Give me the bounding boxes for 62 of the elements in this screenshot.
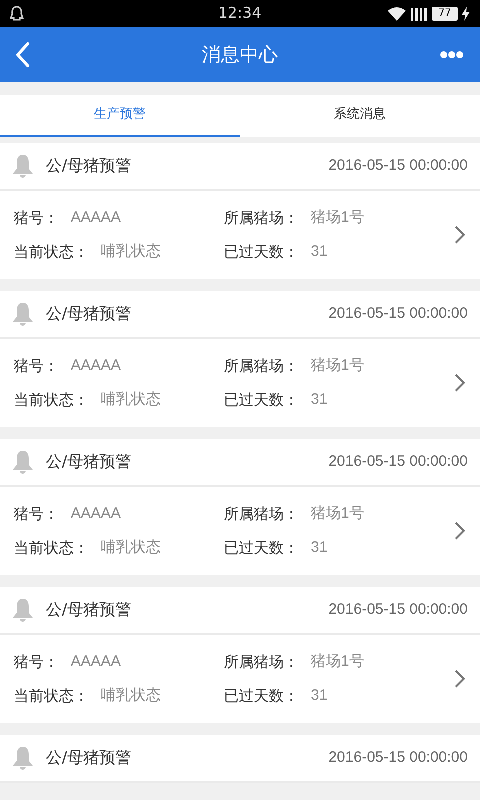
field-value: 猪场1号 <box>311 652 364 672</box>
bell-icon <box>12 746 34 770</box>
bell-icon <box>12 154 34 178</box>
message-title: 公/母猪预警 <box>46 599 132 621</box>
field-value: 猪场1号 <box>311 356 364 376</box>
wifi-icon <box>388 6 406 20</box>
field-value: AAAAA <box>71 652 122 672</box>
message-title: 公/母猪预警 <box>46 155 132 177</box>
field-value: 猪场1号 <box>311 208 364 228</box>
field-value: 哺乳状态 <box>101 686 161 706</box>
chevron-right-icon[interactable] <box>454 669 466 689</box>
page-title: 消息中心 <box>202 42 278 68</box>
field-value: AAAAA <box>71 356 122 376</box>
field-label: 所属猪场： <box>224 652 299 672</box>
field-label: 猪号： <box>14 208 59 228</box>
battery-level: 77 <box>432 6 458 20</box>
notification-icon <box>10 6 24 22</box>
more-button[interactable] <box>440 50 464 58</box>
message-time: 2016-05-15 00:00:00 <box>328 748 468 768</box>
field-value: AAAAA <box>71 208 122 228</box>
chevron-right-icon[interactable] <box>454 373 466 393</box>
field-label: 已过天数： <box>224 390 299 411</box>
field-label: 当前状态： <box>14 538 89 559</box>
field-value: 哺乳状态 <box>101 242 161 262</box>
field-label: 当前状态： <box>14 242 89 263</box>
tab[interactable]: 生产预警 <box>0 95 240 137</box>
field-label: 已过天数： <box>224 538 299 559</box>
field-value: 猪场1号 <box>311 504 364 524</box>
message-time: 2016-05-15 00:00:00 <box>328 600 468 620</box>
message-title: 公/母猪预警 <box>46 451 132 473</box>
field-value: 哺乳状态 <box>101 390 161 410</box>
field-value: 哺乳状态 <box>101 538 161 558</box>
chevron-right-icon[interactable] <box>454 225 466 245</box>
charging-icon <box>462 6 470 20</box>
chevron-right-icon[interactable] <box>454 521 466 541</box>
message-time: 2016-05-15 00:00:00 <box>328 452 468 472</box>
field-value: 31 <box>311 390 328 410</box>
field-label: 当前状态： <box>14 686 89 707</box>
field-label: 猪号： <box>14 504 59 524</box>
field-label: 已过天数： <box>224 686 299 707</box>
bell-icon <box>12 302 34 326</box>
field-value: 31 <box>311 242 328 262</box>
field-label: 所属猪场： <box>224 504 299 524</box>
field-label: 当前状态： <box>14 390 89 411</box>
field-value: 31 <box>311 686 328 706</box>
field-label: 猪号： <box>14 652 59 672</box>
back-button[interactable] <box>16 42 30 68</box>
signal-icon <box>410 6 428 20</box>
field-value: 31 <box>311 538 328 558</box>
field-label: 所属猪场： <box>224 208 299 228</box>
field-label: 已过天数： <box>224 242 299 263</box>
clock-time: 12:34 <box>218 4 262 23</box>
bell-icon <box>12 450 34 474</box>
message-time: 2016-05-15 00:00:00 <box>328 156 468 176</box>
tab[interactable]: 系统消息 <box>240 95 480 137</box>
message-time: 2016-05-15 00:00:00 <box>328 304 468 324</box>
field-label: 所属猪场： <box>224 356 299 376</box>
message-title: 公/母猪预警 <box>46 747 132 769</box>
message-title: 公/母猪预警 <box>46 303 132 325</box>
bell-icon <box>12 598 34 622</box>
field-label: 猪号： <box>14 356 59 376</box>
field-value: AAAAA <box>71 504 122 524</box>
